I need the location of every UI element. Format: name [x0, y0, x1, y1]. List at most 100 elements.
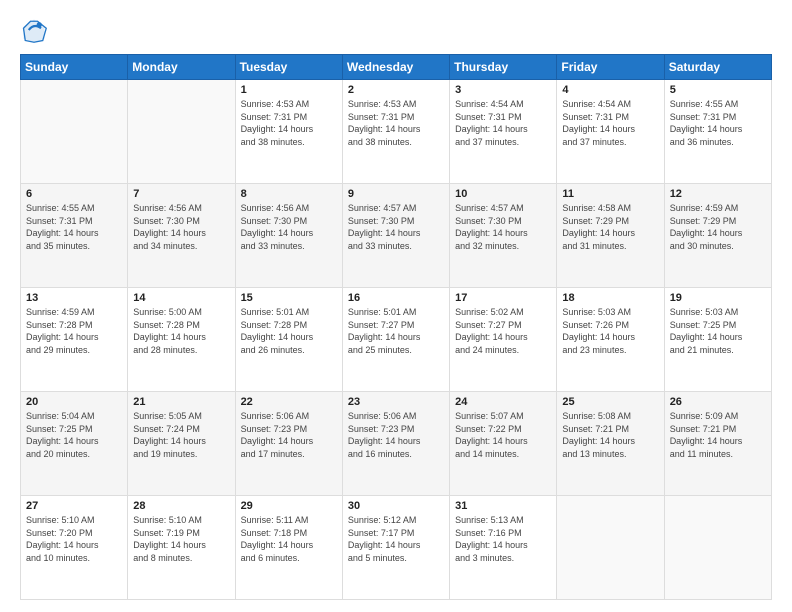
day-cell: 25 Sunrise: 5:08 AM Sunset: 7:21 PM Dayli… — [557, 392, 664, 496]
day-number: 21 — [133, 396, 229, 408]
day-number: 18 — [562, 292, 658, 304]
day-number: 6 — [26, 188, 122, 200]
day-info: Sunrise: 4:55 AM Sunset: 7:31 PM Dayligh… — [670, 98, 766, 148]
day-info: Sunrise: 4:54 AM Sunset: 7:31 PM Dayligh… — [562, 98, 658, 148]
day-info: Sunrise: 4:56 AM Sunset: 7:30 PM Dayligh… — [133, 202, 229, 252]
day-number: 24 — [455, 396, 551, 408]
day-info: Sunrise: 5:03 AM Sunset: 7:25 PM Dayligh… — [670, 306, 766, 356]
day-info: Sunrise: 4:54 AM Sunset: 7:31 PM Dayligh… — [455, 98, 551, 148]
day-cell: 30Sunrise: 5:12 AM Sunset: 7:17 PM Dayli… — [342, 496, 449, 600]
weekday-header-saturday: Saturday — [664, 55, 771, 80]
day-info: Sunrise: 5:03 AM Sunset: 7:26 PM Dayligh… — [562, 306, 658, 356]
day-cell: 8Sunrise: 4:56 AM Sunset: 7:30 PM Daylig… — [235, 184, 342, 288]
day-cell: 6 Sunrise: 4:55 AM Sunset: 7:31 PM Daylig… — [21, 184, 128, 288]
day-info: Sunrise: 5:05 AM Sunset: 7:24 PM Dayligh… — [133, 410, 229, 460]
day-cell: 2 Sunrise: 4:53 AM Sunset: 7:31 PM Daylig… — [342, 80, 449, 184]
day-number: 20 — [26, 396, 122, 408]
week-row-1: 1 Sunrise: 4:53 AM Sunset: 7:31 PM Daylig… — [21, 80, 772, 184]
day-number: 19 — [670, 292, 766, 304]
weekday-header-row: SundayMondayTuesdayWednesdayThursdayFrid… — [21, 55, 772, 80]
day-info: Sunrise: 5:10 AM Sunset: 7:19 PM Dayligh… — [133, 514, 229, 564]
day-cell — [664, 496, 771, 600]
day-cell — [128, 80, 235, 184]
day-cell — [21, 80, 128, 184]
header — [20, 16, 772, 44]
day-number: 7 — [133, 188, 229, 200]
day-info: Sunrise: 5:09 AM Sunset: 7:21 PM Dayligh… — [670, 410, 766, 460]
day-number: 1 — [241, 84, 337, 96]
weekday-header-wednesday: Wednesday — [342, 55, 449, 80]
day-number: 15 — [241, 292, 337, 304]
day-cell: 9Sunrise: 4:57 AM Sunset: 7:30 PM Daylig… — [342, 184, 449, 288]
day-cell: 28Sunrise: 5:10 AM Sunset: 7:19 PM Dayli… — [128, 496, 235, 600]
day-info: Sunrise: 4:55 AM Sunset: 7:31 PM Dayligh… — [26, 202, 122, 252]
day-number: 12 — [670, 188, 766, 200]
day-info: Sunrise: 5:10 AM Sunset: 7:20 PM Dayligh… — [26, 514, 122, 564]
day-cell: 21 Sunrise: 5:05 AM Sunset: 7:24 PM Dayli… — [128, 392, 235, 496]
day-info: Sunrise: 5:06 AM Sunset: 7:23 PM Dayligh… — [241, 410, 337, 460]
day-cell: 15 Sunrise: 5:01 AM Sunset: 7:28 PM Dayli… — [235, 288, 342, 392]
day-number: 9 — [348, 188, 444, 200]
day-number: 16 — [348, 292, 444, 304]
day-cell: 11 Sunrise: 4:58 AM Sunset: 7:29 PM Dayli… — [557, 184, 664, 288]
weekday-header-thursday: Thursday — [450, 55, 557, 80]
day-info: Sunrise: 5:02 AM Sunset: 7:27 PM Dayligh… — [455, 306, 551, 356]
day-number: 13 — [26, 292, 122, 304]
day-number: 29 — [241, 500, 337, 512]
day-info: Sunrise: 5:11 AM Sunset: 7:18 PM Dayligh… — [241, 514, 337, 564]
day-number: 27 — [26, 500, 122, 512]
week-row-5: 27 Sunrise: 5:10 AM Sunset: 7:20 PM Dayli… — [21, 496, 772, 600]
day-info: Sunrise: 5:13 AM Sunset: 7:16 PM Dayligh… — [455, 514, 551, 564]
day-number: 14 — [133, 292, 229, 304]
weekday-header-sunday: Sunday — [21, 55, 128, 80]
calendar-table: SundayMondayTuesdayWednesdayThursdayFrid… — [20, 54, 772, 600]
day-info: Sunrise: 4:53 AM Sunset: 7:31 PM Dayligh… — [241, 98, 337, 148]
day-cell: 29 Sunrise: 5:11 AM Sunset: 7:18 PM Dayli… — [235, 496, 342, 600]
day-number: 17 — [455, 292, 551, 304]
day-cell: 20Sunrise: 5:04 AM Sunset: 7:25 PM Dayli… — [21, 392, 128, 496]
day-info: Sunrise: 5:01 AM Sunset: 7:27 PM Dayligh… — [348, 306, 444, 356]
day-info: Sunrise: 5:07 AM Sunset: 7:22 PM Dayligh… — [455, 410, 551, 460]
day-info: Sunrise: 4:57 AM Sunset: 7:30 PM Dayligh… — [455, 202, 551, 252]
day-cell: 31Sunrise: 5:13 AM Sunset: 7:16 PM Dayli… — [450, 496, 557, 600]
logo-icon — [20, 16, 48, 44]
day-cell: 23Sunrise: 5:06 AM Sunset: 7:23 PM Dayli… — [342, 392, 449, 496]
day-info: Sunrise: 5:08 AM Sunset: 7:21 PM Dayligh… — [562, 410, 658, 460]
day-cell: 4 Sunrise: 4:54 AM Sunset: 7:31 PM Daylig… — [557, 80, 664, 184]
day-cell: 3 Sunrise: 4:54 AM Sunset: 7:31 PM Daylig… — [450, 80, 557, 184]
day-info: Sunrise: 4:59 AM Sunset: 7:28 PM Dayligh… — [26, 306, 122, 356]
day-number: 2 — [348, 84, 444, 96]
day-cell: 13 Sunrise: 4:59 AM Sunset: 7:28 PM Dayli… — [21, 288, 128, 392]
day-number: 22 — [241, 396, 337, 408]
day-cell: 27 Sunrise: 5:10 AM Sunset: 7:20 PM Dayli… — [21, 496, 128, 600]
calendar-body: 1 Sunrise: 4:53 AM Sunset: 7:31 PM Daylig… — [21, 80, 772, 600]
day-cell: 17 Sunrise: 5:02 AM Sunset: 7:27 PM Dayli… — [450, 288, 557, 392]
day-info: Sunrise: 5:00 AM Sunset: 7:28 PM Dayligh… — [133, 306, 229, 356]
day-number: 8 — [241, 188, 337, 200]
day-cell: 1 Sunrise: 4:53 AM Sunset: 7:31 PM Daylig… — [235, 80, 342, 184]
day-number: 5 — [670, 84, 766, 96]
day-number: 11 — [562, 188, 658, 200]
day-cell: 19 Sunrise: 5:03 AM Sunset: 7:25 PM Dayli… — [664, 288, 771, 392]
day-info: Sunrise: 4:58 AM Sunset: 7:29 PM Dayligh… — [562, 202, 658, 252]
day-cell: 10Sunrise: 4:57 AM Sunset: 7:30 PM Dayli… — [450, 184, 557, 288]
page: SundayMondayTuesdayWednesdayThursdayFrid… — [0, 0, 792, 612]
day-number: 25 — [562, 396, 658, 408]
calendar-header: SundayMondayTuesdayWednesdayThursdayFrid… — [21, 55, 772, 80]
day-cell: 14 Sunrise: 5:00 AM Sunset: 7:28 PM Dayli… — [128, 288, 235, 392]
day-number: 26 — [670, 396, 766, 408]
day-cell — [557, 496, 664, 600]
day-cell: 5 Sunrise: 4:55 AM Sunset: 7:31 PM Daylig… — [664, 80, 771, 184]
day-cell: 18 Sunrise: 5:03 AM Sunset: 7:26 PM Dayli… — [557, 288, 664, 392]
logo — [20, 16, 52, 44]
day-number: 4 — [562, 84, 658, 96]
day-cell: 7 Sunrise: 4:56 AM Sunset: 7:30 PM Daylig… — [128, 184, 235, 288]
day-number: 3 — [455, 84, 551, 96]
day-cell: 24 Sunrise: 5:07 AM Sunset: 7:22 PM Dayli… — [450, 392, 557, 496]
weekday-header-monday: Monday — [128, 55, 235, 80]
weekday-header-tuesday: Tuesday — [235, 55, 342, 80]
day-info: Sunrise: 4:53 AM Sunset: 7:31 PM Dayligh… — [348, 98, 444, 148]
week-row-3: 13 Sunrise: 4:59 AM Sunset: 7:28 PM Dayli… — [21, 288, 772, 392]
day-info: Sunrise: 5:06 AM Sunset: 7:23 PM Dayligh… — [348, 410, 444, 460]
day-info: Sunrise: 5:01 AM Sunset: 7:28 PM Dayligh… — [241, 306, 337, 356]
